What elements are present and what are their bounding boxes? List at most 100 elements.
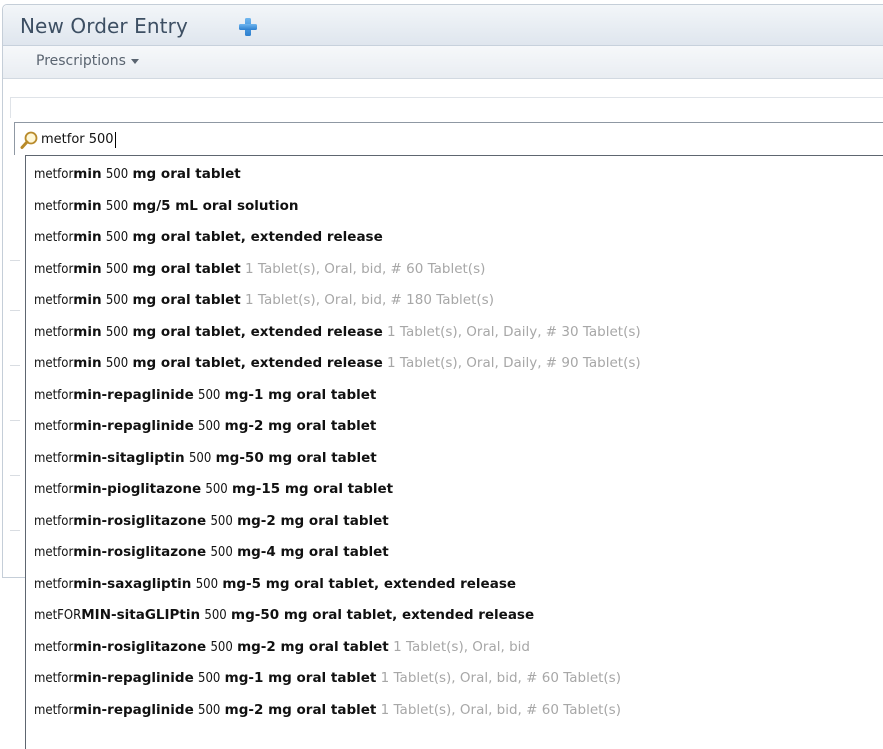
suggestion-item[interactable]: metformin 500 mg oral tablet, extended r… — [34, 225, 383, 249]
magnifier-icon — [20, 130, 40, 150]
suggestion-match: min-pioglitazone — [73, 481, 202, 497]
suggestion-dose: 500 — [188, 450, 212, 466]
row-divider — [10, 530, 20, 531]
suggestion-item[interactable]: metformin-sitagliptin 500 mg-50 mg oral … — [34, 446, 377, 470]
suggestion-prefix: metfor — [34, 324, 74, 340]
suggestion-item[interactable]: metformin 500 mg oral tablet, extended r… — [34, 320, 641, 344]
suggestion-prefix: metfor — [34, 261, 74, 277]
medication-search-box[interactable] — [14, 122, 883, 155]
prescriptions-menu-button[interactable]: Prescriptions — [36, 53, 139, 69]
suggestion-sig-details: 1 Tablet(s), Oral, Daily, # 30 Tablet(s) — [387, 323, 641, 340]
suggestion-prefix: metfor — [34, 639, 74, 655]
suggestion-prefix: metfor — [34, 356, 74, 371]
suggestion-form: mg-50 mg oral tablet — [215, 449, 377, 466]
suggestion-form: mg-50 mg oral tablet, extended release — [231, 607, 535, 623]
prescriptions-label: Prescriptions — [36, 53, 126, 69]
suggestion-match: min — [73, 166, 102, 182]
medication-search-input[interactable] — [41, 129, 341, 149]
suggestion-prefix: metfor — [34, 167, 74, 182]
suggestion-form: mg/5 mL oral solution — [132, 197, 299, 214]
suggestion-form: mg oral tablet, extended release — [132, 323, 383, 340]
suggestion-match: min-rosiglitazone — [73, 544, 207, 560]
suggestion-match: min — [73, 229, 102, 245]
suggestion-item[interactable]: metformin 500 mg oral tablet, extended r… — [34, 351, 641, 375]
suggestion-sig-details: 1 Tablet(s), Oral, bid — [393, 638, 530, 655]
suggestion-dose: 500 — [198, 671, 221, 686]
suggestion-item[interactable]: metFORMIN-sitaGLIPtin 500 mg-50 mg oral … — [34, 603, 534, 627]
suggestion-match: min-sitagliptin — [73, 449, 185, 466]
suggestion-item[interactable]: metformin-repaglinide 500 mg-1 mg oral t… — [34, 666, 621, 690]
suggestion-dose: 500 — [210, 545, 233, 560]
suggestion-item[interactable]: metformin-repaglinide 500 mg-2 mg oral t… — [34, 414, 376, 438]
suggestion-dose: 500 — [105, 261, 129, 277]
suggestion-form: mg-2 mg oral tablet — [224, 418, 377, 434]
suggestion-prefix: metfor — [34, 450, 74, 466]
suggestion-form: mg-4 mg oral tablet — [237, 544, 389, 560]
suggestion-dose: 500 — [198, 702, 221, 718]
page-title: New Order Entry — [20, 14, 188, 38]
row-divider — [10, 310, 20, 311]
suggestion-dose: 500 — [210, 639, 233, 655]
suggestion-dose: 500 — [210, 513, 233, 529]
suggestion-item[interactable]: metformin-saxagliptin 500 mg-5 mg oral t… — [34, 572, 516, 596]
suggestion-match: min — [73, 355, 102, 371]
suggestion-item[interactable]: metformin-rosiglitazone 500 mg-2 mg oral… — [34, 509, 389, 533]
suggestion-item[interactable]: metformin 500 mg oral tablet 1 Tablet(s)… — [34, 288, 494, 312]
panel-header: New Order Entry — [3, 5, 883, 46]
suggestion-match: min — [73, 323, 102, 340]
suggestion-form: mg-5 mg oral tablet, extended release — [222, 575, 517, 592]
suggestion-match: min-repaglinide — [73, 418, 194, 434]
suggestion-match: min — [73, 197, 102, 214]
suggestion-match: min-rosiglitazone — [73, 638, 207, 655]
suggestion-prefix: metfor — [34, 671, 74, 686]
suggestion-match: min — [73, 260, 102, 277]
suggestion-form: mg oral tablet, extended release — [132, 229, 383, 245]
suggestion-form: mg-2 mg oral tablet — [237, 638, 389, 655]
suggestion-match: min-repaglinide — [73, 670, 194, 686]
suggestion-item[interactable]: metformin 500 mg/5 mL oral solution — [34, 194, 299, 218]
suggestion-dose: 500 — [198, 419, 221, 434]
suggestion-prefix: metfor — [34, 198, 74, 214]
suggestion-item[interactable]: metformin 500 mg oral tablet 1 Tablet(s)… — [34, 257, 485, 281]
suggestion-prefix: metfor — [34, 387, 74, 403]
suggestion-dose: 500 — [204, 608, 227, 623]
suggestion-dose: 500 — [105, 356, 129, 371]
row-divider — [10, 420, 20, 421]
suggestion-dose: 500 — [105, 293, 129, 308]
order-entry-page: New Order Entry Prescriptions metfor 500… — [0, 0, 883, 749]
suggestion-match: min — [73, 292, 102, 308]
suggestion-form: mg-15 mg oral tablet — [232, 481, 394, 497]
suggestion-item[interactable]: metformin-repaglinide 500 mg-1 mg oral t… — [34, 383, 376, 407]
plus-icon[interactable] — [238, 17, 258, 37]
suggestion-item[interactable]: metformin-repaglinide 500 mg-2 mg oral t… — [34, 698, 621, 722]
row-divider — [10, 260, 20, 261]
suggestion-prefix: metfor — [34, 513, 74, 529]
prescriptions-toolbar: Prescriptions — [3, 46, 883, 79]
suggestion-item[interactable]: metformin-pioglitazone 500 mg-15 mg oral… — [34, 477, 393, 501]
suggestion-form: mg-1 mg oral tablet — [224, 386, 377, 403]
suggestion-prefix: metfor — [34, 482, 74, 497]
suggestion-sig-details: 1 Tablet(s), Oral, Daily, # 90 Tablet(s) — [387, 355, 641, 371]
suggestion-form: mg oral tablet — [132, 166, 241, 182]
suggestion-form: mg oral tablet, extended release — [132, 355, 383, 371]
row-divider — [10, 475, 20, 476]
suggestion-match: min-repaglinide — [73, 386, 194, 403]
suggestion-form: mg oral tablet — [132, 292, 241, 308]
suggestion-dose: 500 — [105, 167, 129, 182]
chevron-down-icon — [130, 58, 139, 64]
suggestion-match: min-repaglinide — [73, 701, 194, 718]
suggestion-form: mg-1 mg oral tablet — [224, 670, 377, 686]
order-list-frame — [10, 97, 883, 118]
suggestion-item[interactable]: metformin 500 mg oral tablet — [34, 162, 241, 186]
suggestion-match: min-rosiglitazone — [73, 512, 207, 529]
suggestion-sig-details: 1 Tablet(s), Oral, bid, # 60 Tablet(s) — [380, 670, 621, 686]
suggestion-item[interactable]: metformin-rosiglitazone 500 mg-4 mg oral… — [34, 540, 389, 564]
suggestion-form: mg-2 mg oral tablet — [237, 512, 389, 529]
suggestion-dose: 500 — [205, 482, 228, 497]
suggestion-item[interactable]: metformin-rosiglitazone 500 mg-2 mg oral… — [34, 635, 530, 659]
suggestion-dose: 500 — [105, 230, 129, 245]
suggestion-prefix: metfor — [34, 576, 74, 592]
suggestion-prefix: metfor — [34, 545, 74, 560]
suggestion-match: min-saxagliptin — [73, 575, 192, 592]
suggestion-prefix: metfor — [34, 293, 74, 308]
